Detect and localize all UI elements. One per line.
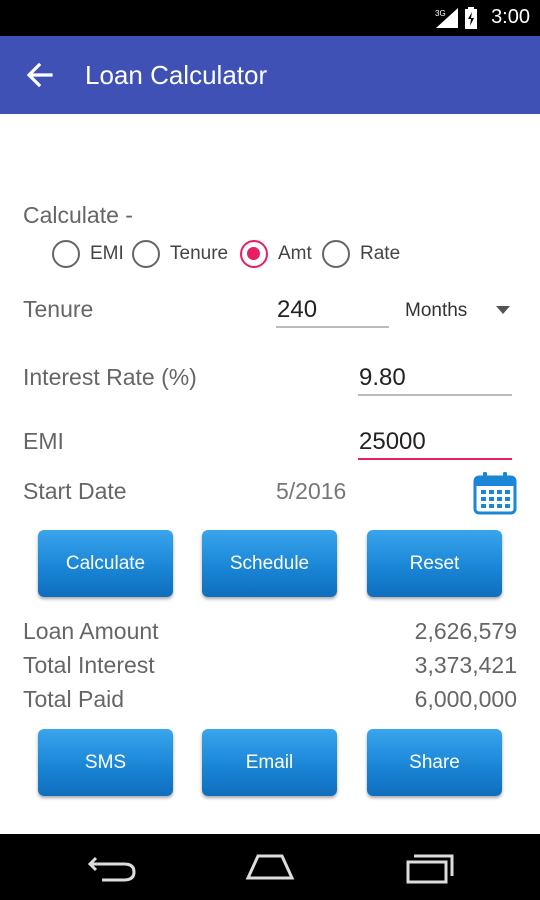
nav-home-icon[interactable]	[240, 848, 300, 886]
radio-circle	[52, 240, 80, 268]
loan-amount-label: Loan Amount	[23, 618, 159, 644]
interest-rate-label: Interest Rate (%)	[23, 364, 197, 390]
email-button[interactable]: Email	[202, 729, 337, 796]
emi-underline	[358, 458, 512, 460]
emi-input[interactable]	[359, 428, 509, 462]
navigation-bar	[0, 834, 540, 900]
calculate-mode-radio-group: EMI Tenure Amt Rate	[52, 238, 452, 270]
network-type: 3G	[435, 9, 446, 18]
radio-label: Rate	[360, 243, 401, 264]
page-title: Loan Calculator	[85, 60, 268, 90]
app-bar: Loan Calculator	[0, 36, 540, 114]
total-paid-label: Total Paid	[23, 686, 125, 712]
status-bar: 3G 3:00	[0, 0, 540, 36]
tenure-unit-dropdown[interactable]: Months	[400, 296, 516, 326]
calendar-icon[interactable]	[472, 470, 518, 516]
nav-recents-icon[interactable]	[400, 848, 460, 886]
tenure-underline	[276, 326, 389, 328]
schedule-button[interactable]: Schedule	[202, 530, 337, 597]
clock: 3:00	[491, 6, 530, 28]
calculate-button[interactable]: Calculate	[38, 530, 173, 597]
nav-back-icon[interactable]	[82, 848, 142, 886]
interest-rate-input[interactable]	[359, 364, 509, 398]
calculate-label: Calculate -	[23, 202, 133, 228]
tenure-label: Tenure	[23, 296, 94, 322]
battery-icon	[465, 7, 477, 29]
radio-circle	[322, 240, 350, 268]
dropdown-arrow-icon	[496, 306, 510, 314]
radio-circle	[132, 240, 160, 268]
radio-circle	[240, 240, 268, 268]
share-button[interactable]: Share	[367, 729, 502, 796]
radio-label: Amt	[278, 243, 312, 264]
signal-icon: 3G	[435, 8, 458, 28]
total-paid-value: 6,000,000	[414, 686, 517, 712]
emi-label: EMI	[23, 428, 64, 454]
loan-amount-value: 2,626,579	[414, 618, 517, 644]
total-interest-label: Total Interest	[23, 652, 155, 678]
tenure-unit-value: Months	[405, 300, 468, 321]
sms-button[interactable]: SMS	[38, 729, 173, 796]
radio-label: EMI	[90, 243, 124, 264]
arrow-back-icon[interactable]	[24, 60, 54, 90]
total-interest-value: 3,373,421	[414, 652, 517, 678]
tenure-input[interactable]	[277, 296, 387, 330]
start-date-label: Start Date	[23, 478, 127, 504]
reset-button[interactable]: Reset	[367, 530, 502, 597]
start-date-value: 5/2016	[276, 478, 347, 504]
radio-label: Tenure	[170, 243, 229, 264]
interest-rate-underline	[358, 394, 512, 396]
